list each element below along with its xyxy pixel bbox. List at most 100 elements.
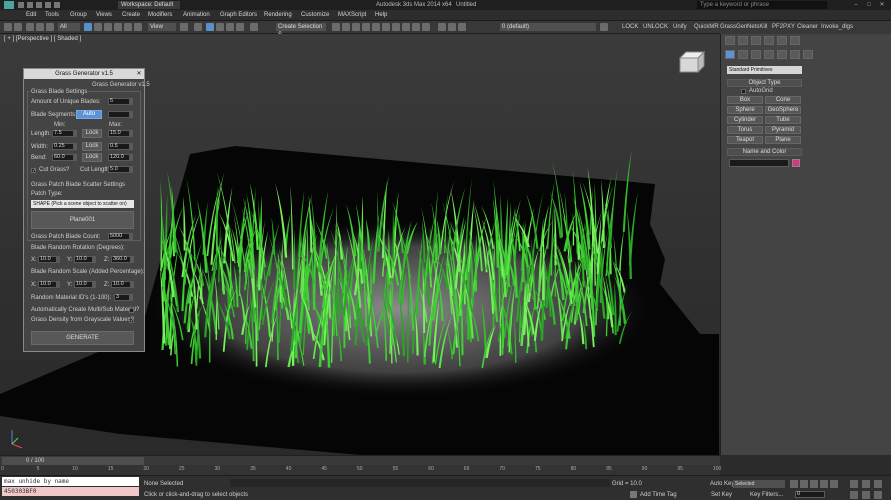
track-bar[interactable]: 0 5 10 15 20 25 30 35 40 45 50 55 60 65 70 75 80 85 90 95 10… [0,465,721,475]
pick-object-button[interactable]: Plane001 [31,211,134,229]
scale-x-arrows[interactable] [57,281,60,288]
named-selection-sets-dropdown[interactable]: Create Selection S [276,23,326,38]
viewcube-icon[interactable] [678,50,706,74]
menu-views[interactable]: Views [96,10,112,21]
name-color-rollout[interactable]: Name and Color [727,148,802,156]
menu-animation[interactable]: Animation [183,10,210,21]
length-lock-button[interactable]: Lock [82,129,102,138]
menu-edit[interactable]: Edit [26,10,36,21]
time-slider-handle[interactable] [2,457,144,465]
redo-icon[interactable] [54,2,60,8]
length-max-arrows[interactable] [130,130,133,137]
viewport-label[interactable]: [ + ] [Perspective ] [ Shaded ] [4,36,81,42]
menu-maxscript[interactable]: MAXScript [338,10,366,21]
layer-icon[interactable] [438,23,446,31]
graphite-toggle-icon[interactable] [362,23,370,31]
link-icon[interactable] [26,23,34,31]
pyramid-button[interactable]: Pyramid [765,126,801,134]
length-max-spinner[interactable]: 15.0 [108,130,130,137]
cut-grass-checkbox[interactable]: ✓ [31,168,36,174]
redo-toolbar-icon[interactable] [14,23,22,31]
width-min-spinner[interactable]: 0.25 [52,143,74,150]
mirror-icon[interactable] [194,23,202,31]
window-crossing-icon[interactable] [114,23,122,31]
time-slider[interactable]: 0 / 100 [0,455,720,465]
set-key-label[interactable]: Set Key [711,492,732,498]
sphere-button[interactable]: Sphere [727,106,763,114]
rot-y-spinner[interactable]: 10.0 [74,256,93,263]
pivot-icon[interactable] [180,23,188,31]
blade-count-spinner[interactable]: 5000 [108,233,130,240]
render-production-icon[interactable] [422,23,430,31]
shapes-icon[interactable] [738,50,748,59]
unify-button[interactable]: Unify [673,21,687,34]
select-by-name-icon[interactable] [94,23,102,31]
minimize-icon[interactable]: – [850,1,862,9]
bend-lock-button[interactable]: Lock [82,153,102,162]
create-tab-icon[interactable] [725,36,735,45]
zoom-icon[interactable] [850,480,858,488]
invoke-dlgs-button[interactable]: Invoke_dlgs [821,21,853,34]
add-to-layer-icon[interactable] [458,23,466,31]
layer-manager-icon[interactable] [352,23,360,31]
torus-button[interactable]: Torus [727,126,763,134]
snaps-toggle-icon[interactable] [206,23,214,31]
segments-auto-button[interactable]: Auto [76,110,102,119]
object-type-rollout[interactable]: Object Type [727,79,802,87]
spacewarps-icon[interactable] [790,50,800,59]
maxscript-input[interactable]: max unhide by name [2,477,139,486]
maximize-icon[interactable]: □ [863,1,875,9]
save-file-icon[interactable] [36,2,42,8]
scale-y-arrows[interactable] [93,281,96,288]
angle-snap-icon[interactable] [216,23,224,31]
time-tag-icon[interactable] [630,491,637,498]
autogrid-checkbox[interactable] [741,89,746,94]
play-icon[interactable] [810,480,818,488]
amount-spinner-arrows[interactable] [130,98,133,105]
pf2pxy-button[interactable]: PF2PXY [772,21,795,34]
segments-spinner-arrows[interactable] [130,111,133,118]
fov-icon[interactable] [850,491,858,499]
rot-z-arrows[interactable] [131,256,134,263]
new-file-icon[interactable] [18,2,24,8]
tube-button[interactable]: Tube [765,116,801,124]
menu-group[interactable]: Group [70,10,87,21]
modify-tab-icon[interactable] [738,36,748,45]
bend-max-spinner[interactable]: 120.0 [108,154,130,161]
material-editor-icon[interactable] [392,23,400,31]
coordinate-display[interactable] [230,479,610,487]
systems-icon[interactable] [803,50,813,59]
cut-length-spinner[interactable]: 5.0 [108,166,130,173]
menu-tools[interactable]: Tools [45,10,59,21]
layer-properties-icon[interactable] [600,23,608,31]
teapot-button[interactable]: Teapot [727,136,763,144]
percent-snap-icon[interactable] [226,23,234,31]
motion-tab-icon[interactable] [764,36,774,45]
workspace-selector[interactable]: Workspace: Default [118,1,180,9]
bend-min-spinner[interactable]: 60.0 [52,154,74,161]
prev-frame-icon[interactable] [800,480,808,488]
patch-type-dropdown[interactable]: SHAPE (Pick a scene object to scatter on… [31,200,134,208]
display-tab-icon[interactable] [777,36,787,45]
dialog-close-icon[interactable]: ✕ [134,69,144,79]
orbit-icon[interactable] [874,491,882,499]
selection-filter-dropdown[interactable]: All [58,23,80,31]
app-logo-icon[interactable] [4,1,14,9]
category-dropdown[interactable]: Standard Primitives [727,66,802,74]
object-color-swatch[interactable] [792,159,800,167]
rot-y-arrows[interactable] [93,256,96,263]
length-min-spinner[interactable]: 7.5 [52,130,74,137]
zoom-all-icon[interactable] [862,480,870,488]
goto-end-icon[interactable] [830,480,838,488]
cleaner-button[interactable]: Cleaner [797,21,818,34]
reference-coordinate-dropdown[interactable]: View [148,23,176,31]
add-time-tag[interactable]: Add Time Tag [640,492,677,498]
hierarchy-tab-icon[interactable] [751,36,761,45]
maxscript-output[interactable]: 450303BF0 [2,487,139,496]
render-setup-icon[interactable] [402,23,410,31]
scale-y-spinner[interactable]: 10.0 [74,281,93,288]
cut-length-arrows[interactable] [130,166,133,173]
menu-customize[interactable]: Customize [301,10,329,21]
align-icon[interactable] [342,23,350,31]
edit-named-selection-icon[interactable] [250,23,258,31]
